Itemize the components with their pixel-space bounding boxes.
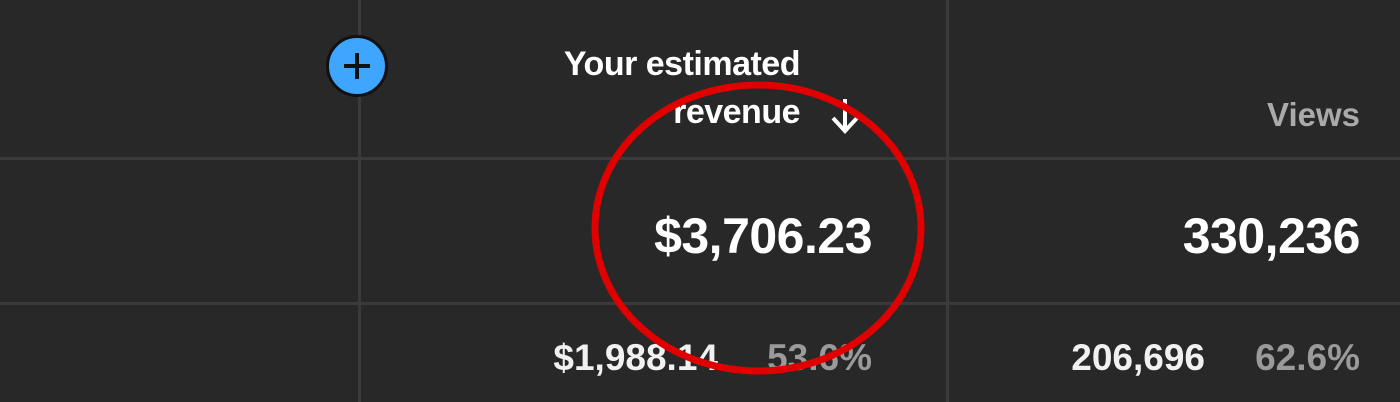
total-views-value: 330,236 xyxy=(1182,208,1361,264)
revenue-column-header[interactable]: Your estimated revenue xyxy=(480,40,801,136)
column-divider xyxy=(946,0,949,402)
total-revenue-value: $3,706.23 xyxy=(654,208,872,264)
plus-icon xyxy=(344,53,370,79)
row-revenue-percent: 53.6% xyxy=(767,337,872,378)
add-metric-button[interactable] xyxy=(326,35,388,97)
analytics-table: Your estimated revenue Views $3,706.23 3… xyxy=(0,0,1400,402)
revenue-header-line2: revenue xyxy=(673,93,800,131)
views-column-header[interactable]: Views xyxy=(1267,92,1360,138)
arrow-down-icon[interactable] xyxy=(828,96,862,136)
revenue-header-line1: Your estimated xyxy=(563,45,801,83)
row-views-percent: 62.6% xyxy=(1255,337,1360,378)
row-revenue-value: $1,988.14 xyxy=(553,337,718,378)
row-views-value: 206,696 xyxy=(1071,337,1205,378)
row-divider xyxy=(0,302,1400,305)
row-divider xyxy=(0,157,1400,160)
